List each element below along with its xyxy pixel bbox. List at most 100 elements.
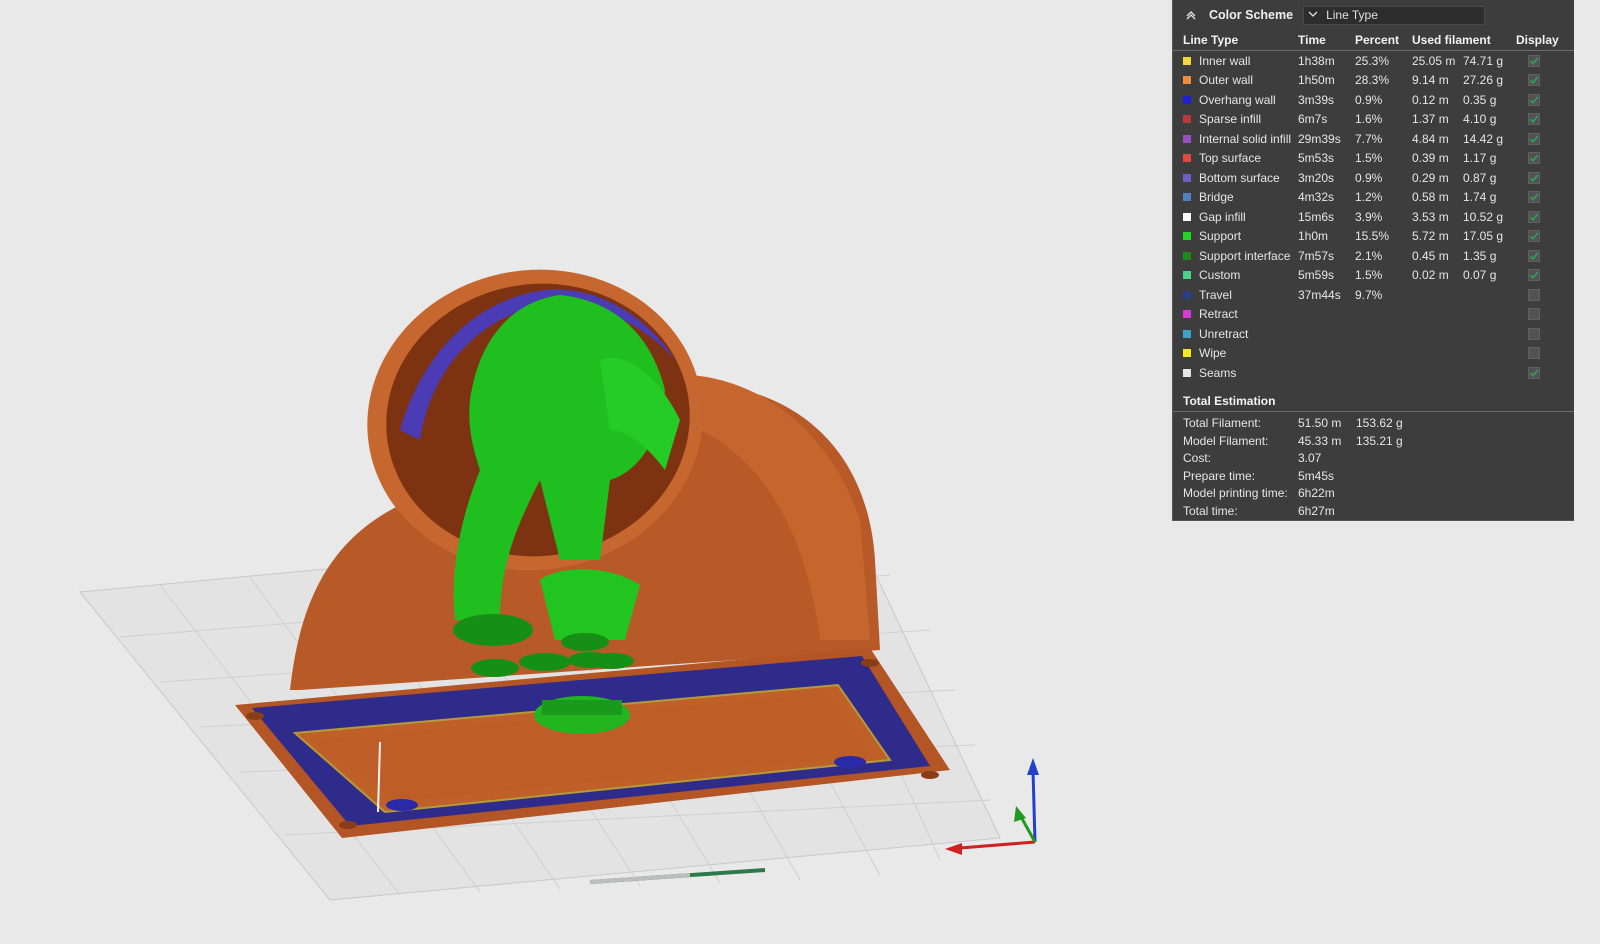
estimation-value-1: 6h22m xyxy=(1298,486,1335,501)
estimation-row: Model Filament: 45.33 m 135.21 g xyxy=(1173,432,1574,450)
percent-cell: 7.7% xyxy=(1355,131,1383,146)
color-swatch-icon xyxy=(1183,115,1191,124)
line-type-cell: Support xyxy=(1183,229,1298,243)
display-checkbox[interactable] xyxy=(1528,308,1540,321)
time-cell: 1h0m xyxy=(1298,229,1329,244)
table-row: Custom 5m59s 1.5% 0.02 m 0.07 g xyxy=(1173,266,1574,286)
line-type-label: Bridge xyxy=(1199,190,1234,205)
line-type-label: Travel xyxy=(1199,287,1232,302)
time-cell: 37m44s xyxy=(1298,287,1341,302)
line-type-label: Outer wall xyxy=(1199,73,1254,88)
header-used-filament: Used filament xyxy=(1412,33,1491,47)
checkmark-icon xyxy=(1529,252,1539,260)
line-type-cell: Top surface xyxy=(1183,151,1298,165)
display-checkbox[interactable] xyxy=(1528,74,1540,87)
length-cell: 0.02 m xyxy=(1412,268,1449,283)
percent-cell: 2.1% xyxy=(1355,248,1383,263)
color-swatch-icon xyxy=(1183,251,1191,260)
checkmark-icon xyxy=(1529,115,1539,124)
length-cell: 3.53 m xyxy=(1412,209,1449,224)
estimation-label: Prepare time: xyxy=(1183,468,1256,483)
weight-cell: 1.74 g xyxy=(1463,190,1497,205)
color-swatch-icon xyxy=(1183,368,1191,377)
line-type-label: Gap infill xyxy=(1199,209,1246,224)
weight-cell: 1.17 g xyxy=(1463,151,1497,166)
length-cell: 1.37 m xyxy=(1412,112,1449,127)
percent-cell: 0.9% xyxy=(1355,92,1383,107)
line-type-cell: Support interface xyxy=(1183,249,1298,263)
display-checkbox[interactable] xyxy=(1528,93,1540,106)
time-cell: 7m57s xyxy=(1298,248,1335,263)
display-checkbox[interactable] xyxy=(1528,288,1540,301)
display-checkbox[interactable] xyxy=(1528,249,1540,262)
estimation-value-1: 45.33 m xyxy=(1298,433,1342,448)
table-row: Seams xyxy=(1173,363,1574,383)
line-type-cell: Wipe xyxy=(1183,346,1298,360)
time-cell: 1h50m xyxy=(1298,73,1335,88)
display-checkbox[interactable] xyxy=(1528,191,1540,204)
length-cell: 4.84 m xyxy=(1412,131,1449,146)
length-cell: 0.39 m xyxy=(1412,151,1449,166)
color-scheme-dropdown[interactable]: Line Type xyxy=(1303,5,1486,25)
percent-cell: 0.9% xyxy=(1355,170,1383,185)
percent-cell: 1.5% xyxy=(1355,151,1383,166)
weight-cell: 14.42 g xyxy=(1463,131,1504,146)
weight-cell: 0.87 g xyxy=(1463,170,1497,185)
color-swatch-icon xyxy=(1183,154,1191,163)
percent-cell: 1.6% xyxy=(1355,112,1383,127)
percent-cell: 1.5% xyxy=(1355,268,1383,283)
weight-cell: 1.35 g xyxy=(1463,248,1497,263)
display-checkbox[interactable] xyxy=(1528,327,1540,340)
display-checkbox[interactable] xyxy=(1528,171,1540,184)
checkmark-icon xyxy=(1529,271,1539,280)
display-checkbox[interactable] xyxy=(1528,366,1540,379)
table-row: Gap infill 15m6s 3.9% 3.53 m 10.52 g xyxy=(1173,207,1574,227)
line-type-label: Support interface xyxy=(1199,248,1291,263)
length-cell: 5.72 m xyxy=(1412,229,1449,244)
time-cell: 5m53s xyxy=(1298,151,1335,166)
display-checkbox[interactable] xyxy=(1528,347,1540,360)
line-type-cell: Custom xyxy=(1183,268,1298,282)
display-checkbox[interactable] xyxy=(1528,210,1540,223)
estimation-value-1: 6h27m xyxy=(1298,503,1335,518)
length-cell: 0.45 m xyxy=(1412,248,1449,263)
line-type-label: Unretract xyxy=(1199,326,1249,341)
estimation-label: Cost: xyxy=(1183,451,1212,466)
panel-title: Color Scheme xyxy=(1209,8,1294,22)
time-cell: 3m20s xyxy=(1298,170,1335,185)
line-type-label: Overhang wall xyxy=(1199,92,1276,107)
checkmark-icon xyxy=(1529,369,1539,377)
table-row: Support interface 7m57s 2.1% 0.45 m 1.35 g xyxy=(1173,246,1574,266)
length-cell: 9.14 m xyxy=(1412,73,1449,88)
checkmark-icon xyxy=(1529,76,1539,85)
display-checkbox[interactable] xyxy=(1528,132,1540,145)
line-type-label: Internal solid infill xyxy=(1199,131,1292,146)
line-type-cell: Travel xyxy=(1183,288,1298,302)
display-checkbox[interactable] xyxy=(1528,230,1540,243)
line-type-label: Support xyxy=(1199,229,1242,244)
table-row: Top surface 5m53s 1.5% 0.39 m 1.17 g xyxy=(1173,149,1574,169)
display-checkbox[interactable] xyxy=(1528,269,1540,282)
color-scheme-panel: Color Scheme Line Type Line Type Time Pe… xyxy=(1172,0,1574,521)
weight-cell: 0.07 g xyxy=(1463,268,1497,283)
table-row: Overhang wall 3m39s 0.9% 0.12 m 0.35 g xyxy=(1173,90,1574,110)
percent-cell: 28.3% xyxy=(1355,73,1390,88)
display-checkbox[interactable] xyxy=(1528,152,1540,165)
table-row: Retract xyxy=(1173,305,1574,325)
weight-cell: 27.26 g xyxy=(1463,73,1504,88)
line-type-label: Seams xyxy=(1199,365,1237,380)
percent-cell: 15.5% xyxy=(1355,229,1390,244)
collapse-chevron-icon[interactable] xyxy=(1183,7,1199,23)
checkmark-icon xyxy=(1529,174,1539,182)
table-row: Travel 37m44s 9.7% xyxy=(1173,285,1574,305)
line-type-label: Inner wall xyxy=(1199,53,1251,68)
chevron-down-icon xyxy=(1308,10,1320,21)
weight-cell: 10.52 g xyxy=(1463,209,1504,224)
checkmark-icon xyxy=(1529,57,1539,65)
color-swatch-icon xyxy=(1183,193,1191,202)
line-type-label: Wipe xyxy=(1199,346,1227,361)
display-checkbox[interactable] xyxy=(1528,54,1540,67)
color-swatch-icon xyxy=(1183,329,1191,338)
percent-cell: 3.9% xyxy=(1355,209,1383,224)
display-checkbox[interactable] xyxy=(1528,113,1540,126)
